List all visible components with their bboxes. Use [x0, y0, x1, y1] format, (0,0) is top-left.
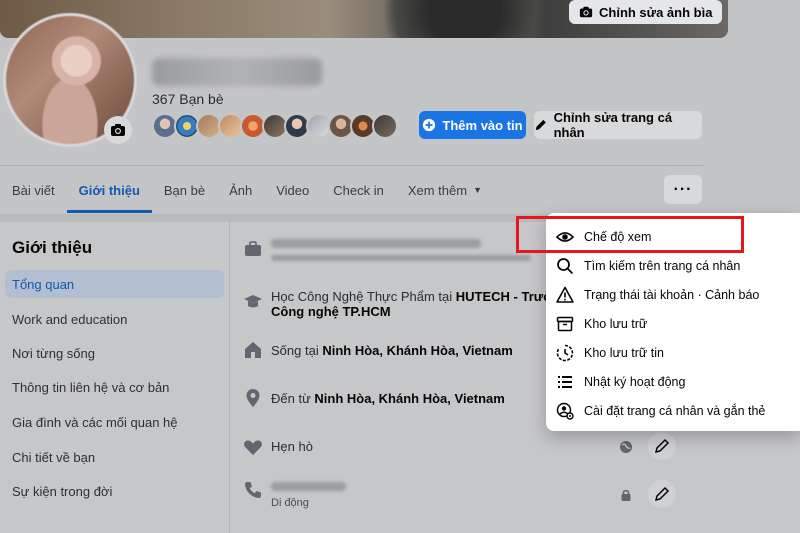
home-icon — [243, 340, 263, 360]
camera-icon — [579, 6, 593, 18]
about-nav-work-education[interactable]: Work and education — [5, 305, 224, 333]
edit-cover-button[interactable]: Chỉnh sửa ảnh bìa — [569, 0, 723, 24]
menu-item-label: Cài đặt trang cá nhân và gắn thẻ — [584, 404, 766, 418]
friend-avatar[interactable] — [372, 113, 398, 139]
add-to-story-label: Thêm vào tin — [442, 117, 523, 133]
profile-settings-icon — [556, 402, 574, 420]
warning-icon — [556, 286, 574, 303]
edit-cover-label: Chỉnh sửa ảnh bìa — [599, 4, 713, 20]
lives-place[interactable]: Ninh Hòa, Khánh Hòa, Vietnam — [322, 343, 512, 358]
globe-icon[interactable] — [619, 440, 633, 454]
work-sub-blurred — [271, 255, 531, 261]
phone-icon — [243, 480, 263, 500]
avatar-camera-button[interactable] — [104, 116, 132, 144]
menu-item-story-archive[interactable]: Kho lưu trữ tin — [556, 339, 664, 367]
briefcase-icon — [243, 239, 263, 259]
tab-see-more[interactable]: Xem thêm ▼ — [396, 168, 494, 212]
lock-icon[interactable] — [619, 488, 633, 502]
dating-text: Hẹn hò — [271, 439, 313, 454]
friend-avatars[interactable] — [152, 113, 398, 139]
education-prefix: Học Công Nghệ Thực Phẩm tại — [271, 289, 456, 304]
pencil-icon — [654, 438, 670, 454]
edit-profile-label: Chỉnh sửa trang cá nhân — [553, 110, 673, 140]
camera-icon — [111, 124, 125, 136]
edit-profile-button[interactable]: Chỉnh sửa trang cá nhân — [534, 110, 702, 140]
menu-item-label: Tìm kiếm trên trang cá nhân — [584, 259, 741, 273]
tab-photos[interactable]: Ảnh — [217, 168, 264, 212]
tab-videos[interactable]: Video — [264, 168, 321, 212]
archive-icon — [556, 316, 574, 332]
tab-label: Bạn bè — [163, 182, 206, 198]
from-place[interactable]: Ninh Hòa, Khánh Hòa, Vietnam — [314, 391, 504, 406]
add-to-story-button[interactable]: Thêm vào tin — [419, 111, 526, 139]
page-background-panel — [703, 430, 800, 533]
tab-check-in[interactable]: Check in — [321, 168, 396, 212]
education-text-line2: Công nghệ TP.HCM — [271, 303, 391, 321]
tab-friends[interactable]: Bạn bè — [152, 168, 217, 212]
menu-item-activity-log[interactable]: Nhật ký hoạt động — [556, 368, 685, 396]
tab-label: Ảnh — [229, 182, 253, 198]
pencil-icon — [654, 486, 670, 502]
lives-prefix: Sống tại — [271, 343, 323, 358]
edit-phone-button[interactable] — [648, 480, 676, 508]
tab-posts[interactable]: Bài viết — [0, 168, 67, 212]
search-icon — [557, 258, 574, 275]
about-nav-places-lived[interactable]: Nơi từng sống — [5, 339, 224, 367]
work-info-blurred — [271, 239, 481, 248]
story-archive-icon — [556, 344, 574, 362]
hometown-text: Đến từ Ninh Hòa, Khánh Hòa, Vietnam — [271, 390, 505, 408]
about-nav-overview[interactable]: Tổng quan — [5, 270, 224, 298]
location-pin-icon — [243, 388, 263, 408]
menu-item-label: Trạng thái tài khoản · Cảnh báo — [584, 288, 760, 302]
friends-count[interactable]: 367 Bạn bè — [152, 91, 224, 107]
menu-item-search-profile[interactable]: Tìm kiếm trên trang cá nhân — [556, 252, 740, 280]
list-icon — [558, 376, 572, 388]
menu-item-profile-settings[interactable]: Cài đặt trang cá nhân và gắn thẻ — [556, 397, 765, 425]
tab-label: Video — [276, 182, 310, 198]
about-nav-details[interactable]: Chi tiết về bạn — [5, 443, 224, 471]
phone-type: Di động — [271, 497, 309, 509]
menu-item-archive[interactable]: Kho lưu trữ — [556, 310, 647, 338]
highlight-box — [516, 216, 744, 253]
profile-name-blurred — [152, 58, 322, 86]
about-nav-contact-info[interactable]: Thông tin liên hệ và cơ bản — [5, 373, 224, 401]
graduation-cap-icon — [243, 292, 263, 312]
edit-dating-button[interactable] — [648, 432, 676, 460]
header-divider — [0, 165, 703, 166]
about-nav-family[interactable]: Gia đình và các mối quan hệ — [5, 408, 224, 436]
profile-tabs: Bài viết Giới thiệu Bạn bè Ảnh Video Che… — [0, 168, 494, 213]
plus-circle-icon — [423, 118, 436, 132]
from-prefix: Đến từ — [271, 391, 315, 406]
tab-label: Check in — [333, 182, 384, 198]
tab-about[interactable]: Giới thiệu — [66, 168, 153, 213]
heart-icon — [243, 437, 263, 457]
menu-item-label: Kho lưu trữ tin — [584, 346, 664, 360]
phone-number-blurred — [271, 482, 346, 491]
menu-item-label: Kho lưu trữ — [584, 317, 648, 331]
lives-in-text: Sống tại Ninh Hòa, Khánh Hòa, Vietnam — [271, 342, 513, 360]
pencil-icon — [535, 119, 546, 131]
education-school-line2[interactable]: Công nghệ TP.HCM — [271, 304, 391, 319]
about-title: Giới thiệu — [12, 238, 93, 257]
tab-label: Bài viết — [12, 182, 55, 198]
menu-item-account-status[interactable]: Trạng thái tài khoản · Cảnh báo — [556, 281, 759, 309]
tab-label: Giới thiệu — [78, 182, 140, 198]
menu-item-label: Nhật ký hoạt động — [584, 375, 686, 389]
more-options-button[interactable]: ··· — [664, 175, 702, 204]
caret-down-icon: ▼ — [473, 185, 482, 195]
about-sidebar: Giới thiệu Tổng quan Work and education … — [0, 222, 230, 533]
about-nav-life-events[interactable]: Sự kiện trong đời — [5, 477, 224, 505]
tab-label: Xem thêm — [407, 182, 468, 198]
